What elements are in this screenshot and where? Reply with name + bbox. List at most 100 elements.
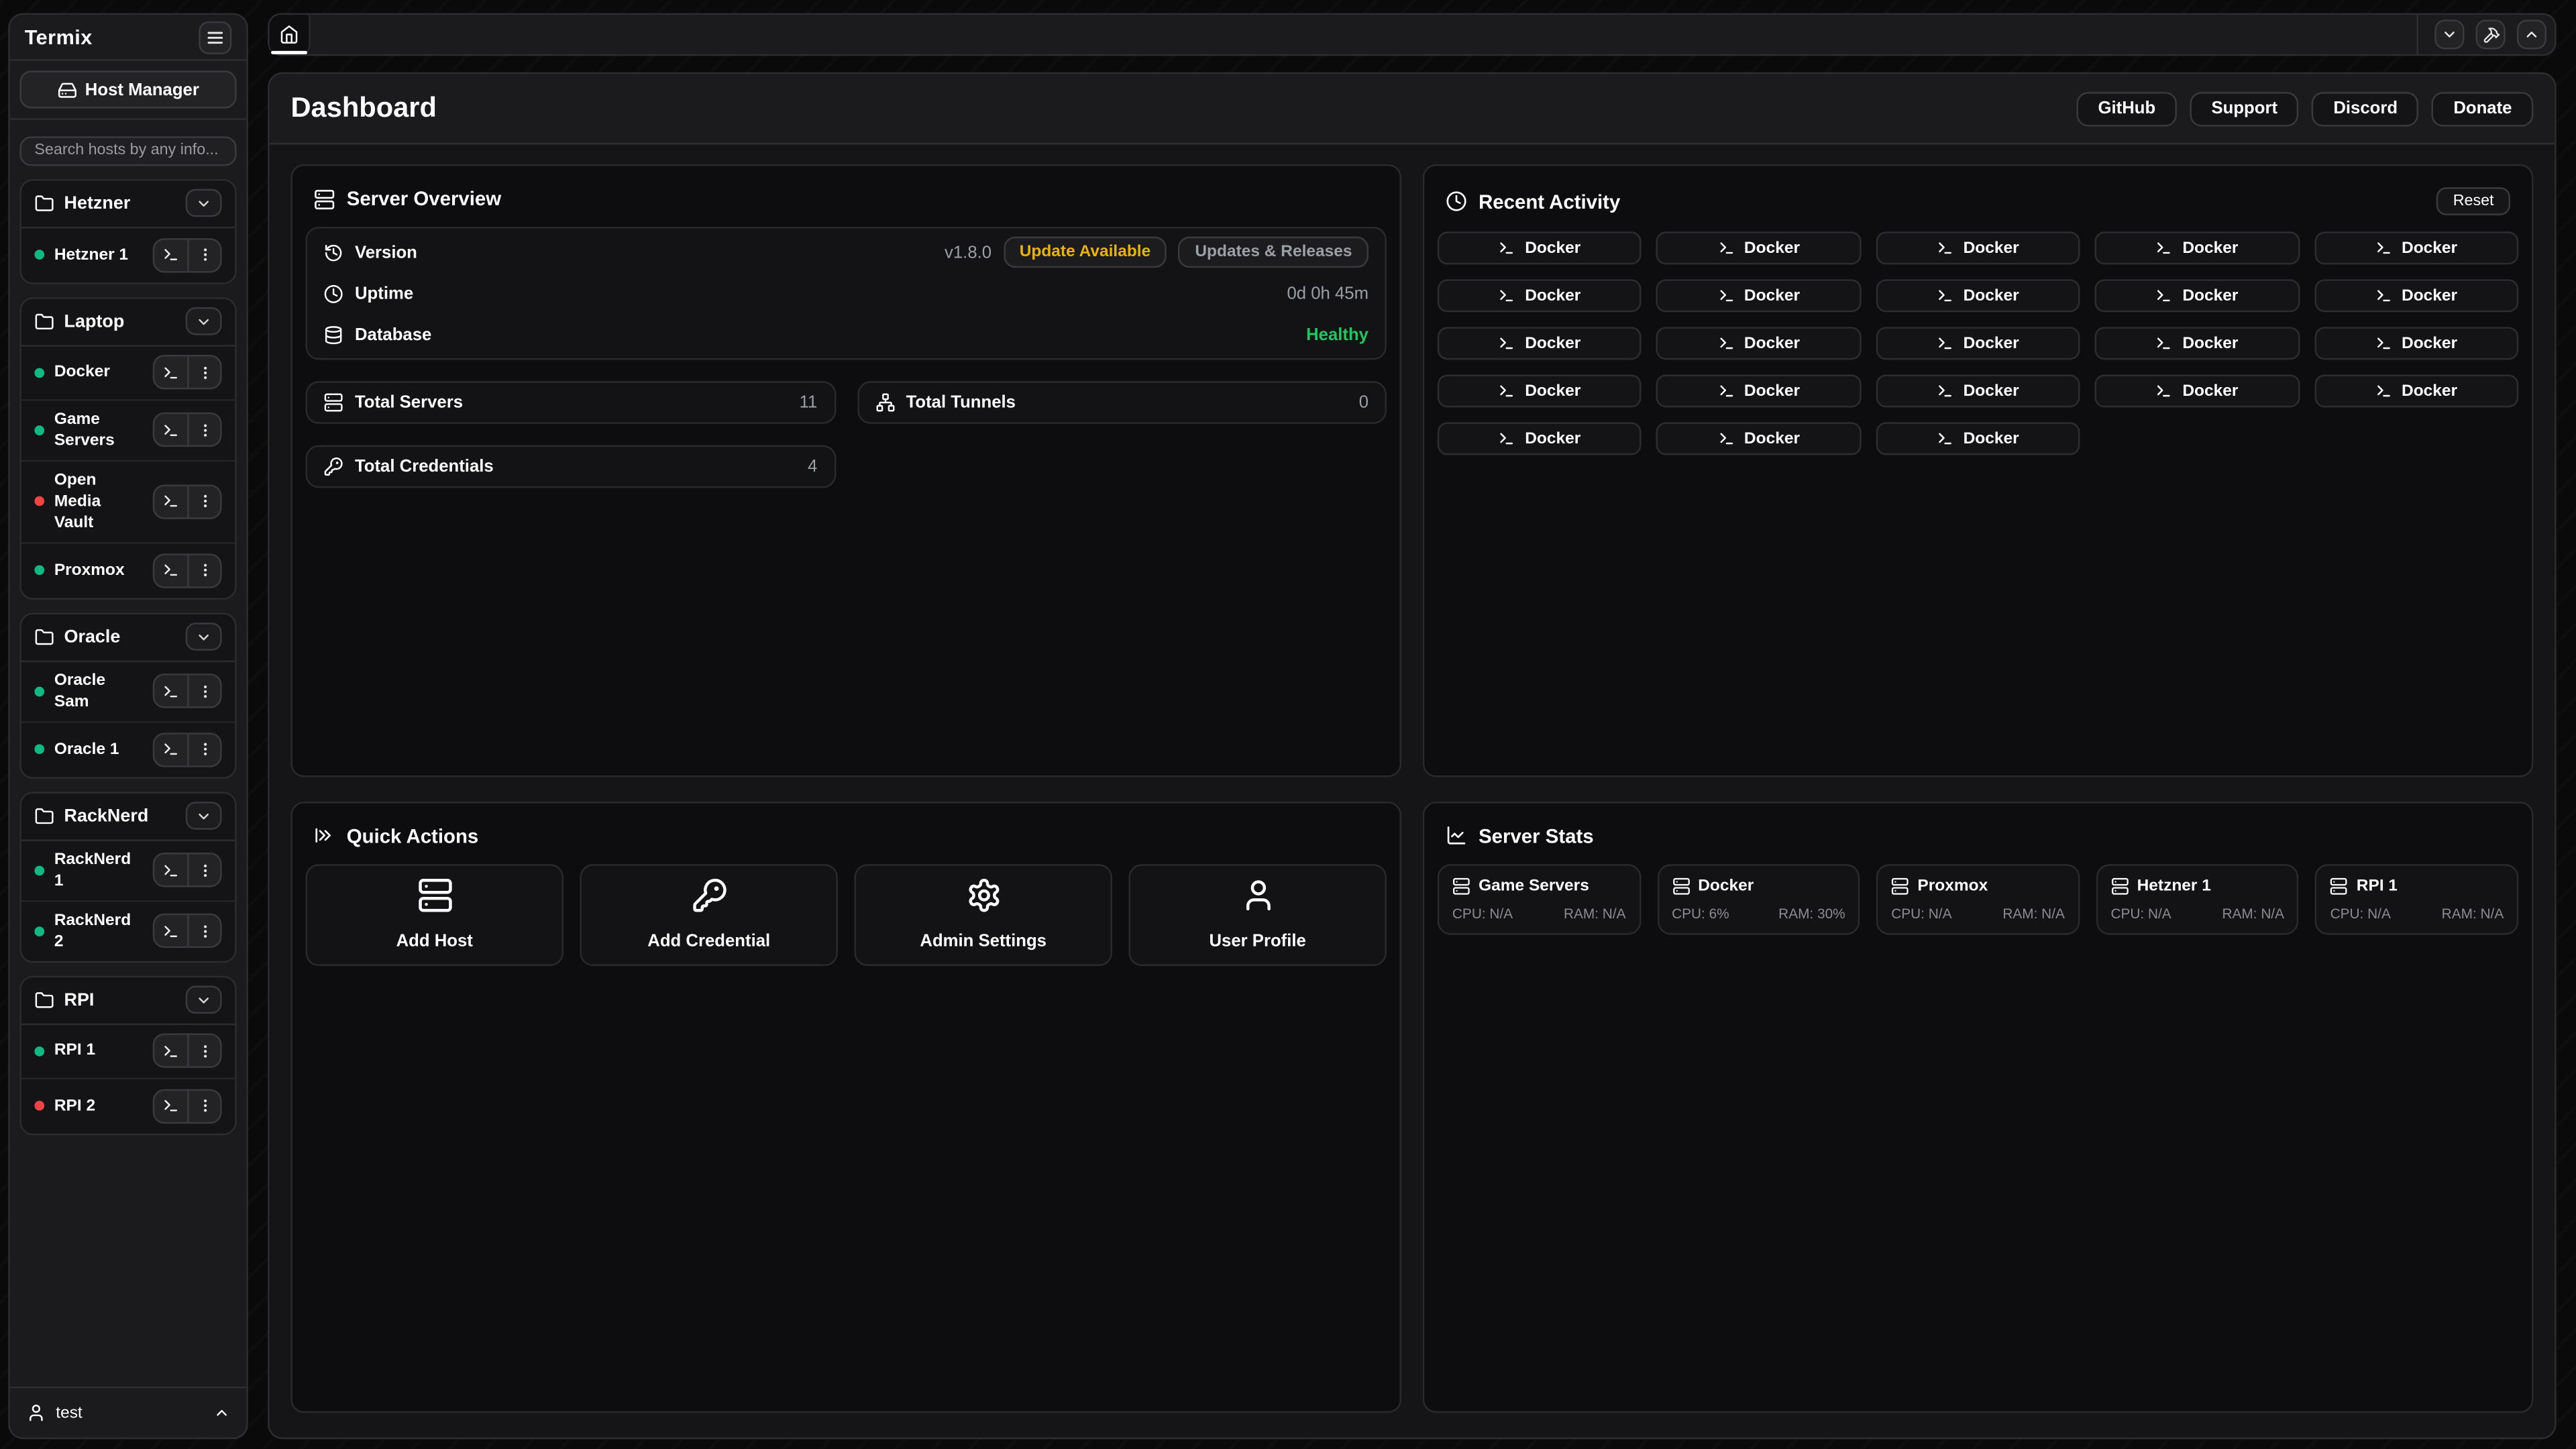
host-row[interactable]: Docker	[21, 346, 235, 400]
activity-item-button[interactable]: Docker	[1657, 422, 1862, 455]
scroll-tabs-down-button[interactable]	[2434, 19, 2464, 49]
open-terminal-button[interactable]	[154, 414, 187, 445]
activity-item-button[interactable]: Docker	[1657, 231, 1862, 264]
search-input[interactable]	[19, 136, 236, 165]
host-row[interactable]: Open Media Vault	[21, 461, 235, 543]
tools-button[interactable]	[2476, 19, 2506, 49]
activity-item-button[interactable]: Docker	[1438, 279, 1642, 312]
kebab-menu-icon	[197, 246, 213, 262]
activity-item-label: Docker	[1964, 239, 2019, 257]
host-status-dot	[34, 1101, 44, 1111]
activity-item-button[interactable]: Docker	[1876, 279, 2080, 312]
add-host-button[interactable]: Add Host	[306, 863, 564, 965]
activity-item-button[interactable]: Docker	[1876, 374, 2080, 407]
host-menu-button[interactable]	[187, 1035, 220, 1067]
kebab-menu-icon	[197, 364, 213, 380]
server-stat-card[interactable]: Hetzner 1 CPU: N/A RAM: N/A	[2096, 863, 2299, 934]
donate-button[interactable]: Donate	[2432, 91, 2533, 125]
open-terminal-button[interactable]	[154, 1090, 187, 1122]
open-terminal-button[interactable]	[154, 854, 187, 885]
host-group-header[interactable]: RPI	[21, 977, 235, 1024]
group-collapse-button[interactable]	[186, 985, 222, 1014]
terminal-icon	[2375, 240, 2392, 256]
activity-item-button[interactable]: Docker	[1876, 231, 2080, 264]
host-row[interactable]: RackNerd 2	[21, 901, 235, 960]
support-button[interactable]: Support	[2190, 91, 2299, 125]
activity-item-button[interactable]: Docker	[1657, 374, 1862, 407]
total-tunnels-label: Total Tunnels	[906, 392, 1016, 412]
activity-item-button[interactable]: Docker	[2095, 374, 2300, 407]
activity-item-button[interactable]: Docker	[2095, 279, 2300, 312]
activity-item-button[interactable]: Docker	[1438, 231, 1642, 264]
user-profile-button[interactable]: User Profile	[1128, 863, 1386, 965]
activity-item-label: Docker	[1525, 382, 1580, 400]
host-menu-button[interactable]	[187, 414, 220, 445]
activity-item-button[interactable]: Docker	[2314, 231, 2519, 264]
host-menu-button[interactable]	[187, 854, 220, 885]
discord-button[interactable]: Discord	[2312, 91, 2418, 125]
admin-settings-button[interactable]: Admin Settings	[854, 863, 1112, 965]
host-menu-button[interactable]	[187, 239, 220, 270]
open-terminal-button[interactable]	[154, 915, 187, 947]
open-terminal-button[interactable]	[154, 1035, 187, 1067]
host-row[interactable]: RPI 2	[21, 1079, 235, 1133]
activity-item-button[interactable]: Docker	[2314, 279, 2519, 312]
reset-button[interactable]: Reset	[2436, 187, 2510, 215]
host-row[interactable]: Oracle 1	[21, 722, 235, 776]
open-terminal-button[interactable]	[154, 486, 187, 517]
host-group-header[interactable]: Oracle	[21, 614, 235, 661]
open-terminal-button[interactable]	[154, 239, 187, 270]
host-group-header[interactable]: Hetzner	[21, 180, 235, 227]
user-menu[interactable]: test	[10, 1387, 247, 1438]
activity-item-button[interactable]: Docker	[1438, 374, 1642, 407]
group-collapse-button[interactable]	[186, 802, 222, 830]
host-row[interactable]: Game Servers	[21, 400, 235, 461]
host-row[interactable]: Oracle Sam	[21, 661, 235, 722]
activity-item-button[interactable]: Docker	[1657, 279, 1862, 312]
scroll-tabs-up-button[interactable]	[2517, 19, 2546, 49]
activity-item-button[interactable]: Docker	[1438, 422, 1642, 455]
open-terminal-button[interactable]	[154, 356, 187, 388]
activity-item-button[interactable]: Docker	[2314, 374, 2519, 407]
activity-item-button[interactable]: Docker	[1438, 327, 1642, 360]
activity-item-button[interactable]: Docker	[1657, 327, 1862, 360]
activity-item-button[interactable]: Docker	[2095, 231, 2300, 264]
group-collapse-button[interactable]	[186, 189, 222, 217]
tab-home[interactable]	[270, 15, 311, 54]
host-row[interactable]: RackNerd 1	[21, 841, 235, 902]
host-menu-button[interactable]	[187, 733, 220, 765]
open-terminal-button[interactable]	[154, 676, 187, 707]
host-menu-button[interactable]	[187, 356, 220, 388]
host-row[interactable]: RPI 1	[21, 1024, 235, 1079]
updates-releases-button[interactable]: Updates & Releases	[1179, 237, 1368, 268]
host-menu-button[interactable]	[187, 486, 220, 517]
update-available-button[interactable]: Update Available	[1003, 237, 1167, 268]
host-menu-button[interactable]	[187, 555, 220, 586]
group-collapse-button[interactable]	[186, 623, 222, 651]
github-button[interactable]: GitHub	[2077, 91, 2177, 125]
group-collapse-button[interactable]	[186, 307, 222, 335]
server-stat-card[interactable]: Game Servers CPU: N/A RAM: N/A	[1438, 863, 1641, 934]
activity-item-button[interactable]: Docker	[1876, 422, 2080, 455]
host-menu-button[interactable]	[187, 676, 220, 707]
host-group-header[interactable]: RackNerd	[21, 793, 235, 841]
open-terminal-button[interactable]	[154, 555, 187, 586]
total-servers-value: 11	[800, 392, 818, 412]
host-group-header[interactable]: Laptop	[21, 298, 235, 345]
server-stat-card[interactable]: Proxmox CPU: N/A RAM: N/A	[1876, 863, 2080, 934]
open-terminal-button[interactable]	[154, 733, 187, 765]
host-menu-button[interactable]	[187, 1090, 220, 1122]
host-row[interactable]: Hetzner 1	[21, 227, 235, 282]
add-credential-button[interactable]: Add Credential	[580, 863, 837, 965]
server-stat-card[interactable]: Docker CPU: 6% RAM: 30%	[1657, 863, 1860, 934]
activity-item-button[interactable]: Docker	[2095, 327, 2300, 360]
activity-item-button[interactable]: Docker	[1876, 327, 2080, 360]
sidebar-menu-button[interactable]	[199, 21, 231, 54]
host-manager-button[interactable]: Host Manager	[19, 70, 236, 108]
host-row[interactable]: Proxmox	[21, 543, 235, 597]
activity-item-button[interactable]: Docker	[2314, 327, 2519, 360]
server-stat-card[interactable]: RPI 1 CPU: N/A RAM: N/A	[2316, 863, 2519, 934]
host-action-group	[153, 1033, 222, 1067]
host-name: Proxmox	[54, 559, 143, 581]
host-menu-button[interactable]	[187, 915, 220, 947]
